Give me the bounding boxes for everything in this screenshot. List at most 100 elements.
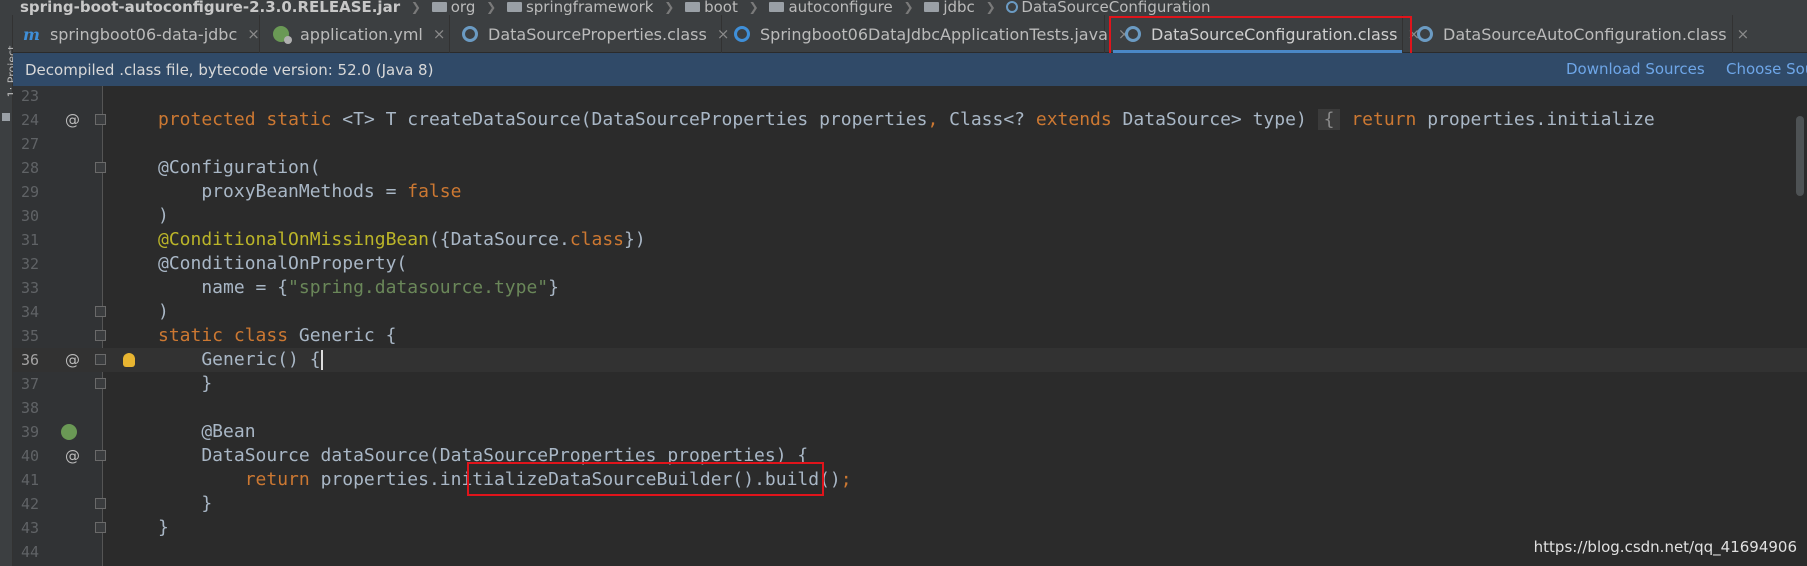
code-line: 40 @ DataSource dataSource(DataSourcePro… xyxy=(13,444,1807,468)
override-marker-icon[interactable]: @ xyxy=(65,108,80,132)
folder-icon xyxy=(431,2,447,12)
code-line: 32 @ConditionalOnProperty( xyxy=(13,252,1807,276)
line-number: 29 xyxy=(21,183,40,201)
decompiled-info-bar: Decompiled .class file, bytecode version… xyxy=(13,53,1807,86)
line-number: 39 xyxy=(21,423,40,441)
folder-icon xyxy=(924,2,940,12)
fold-icon[interactable] xyxy=(95,306,106,317)
close-icon[interactable]: × xyxy=(1737,25,1750,43)
chevron-right-icon: ❯ xyxy=(985,0,996,14)
override-marker-icon[interactable]: @ xyxy=(65,348,80,372)
choose-sources-link[interactable]: Choose Sou xyxy=(1726,60,1807,78)
tab-label: DataSourceConfiguration.class xyxy=(1151,24,1398,44)
code-text: Generic() { xyxy=(158,349,323,370)
line-number: 41 xyxy=(21,471,40,489)
chevron-right-icon: ❯ xyxy=(486,0,497,14)
tab-datasourceautoconfiguration[interactable]: DataSourceAutoConfiguration.class × xyxy=(1403,15,1749,53)
class-icon xyxy=(1417,25,1433,43)
lightbulb-icon[interactable] xyxy=(123,353,135,367)
vertical-scrollbar[interactable] xyxy=(1796,116,1804,196)
tab-springboot06-tests[interactable]: Springboot06DataJdbcApplicationTests.jav… xyxy=(722,15,1130,53)
code-text: @Bean xyxy=(158,421,256,442)
breadcrumb-jar[interactable]: spring-boot-autoconfigure-2.3.0.RELEASE.… xyxy=(20,0,400,15)
line-number: 42 xyxy=(21,495,40,513)
tab-label: Springboot06DataJdbcApplicationTests.jav… xyxy=(760,24,1108,44)
code-line: 23 xyxy=(13,84,1807,108)
close-icon[interactable]: × xyxy=(247,25,260,43)
tab-springboot06-data-jdbc[interactable]: m springboot06-data-jdbc × xyxy=(13,15,260,53)
code-line: 38 xyxy=(13,396,1807,420)
breadcrumb: spring-boot-autoconfigure-2.3.0.RELEASE.… xyxy=(0,0,1807,15)
code-text: return properties.initializeDataSourceBu… xyxy=(244,469,852,490)
breadcrumb-springframework[interactable]: springframework xyxy=(526,0,653,15)
code-text: DataSource dataSource(DataSourceProperti… xyxy=(158,445,809,466)
test-class-icon xyxy=(734,25,750,43)
code-line: 24 @ protected static <T> T createDataSo… xyxy=(13,108,1807,132)
breadcrumb-jdbc[interactable]: jdbc xyxy=(943,0,974,15)
code-text: } xyxy=(158,517,169,538)
project-tool-window-strip[interactable]: 1: Project xyxy=(0,15,18,566)
code-line: 33 name = {"spring.datasource.type"} xyxy=(13,276,1807,300)
close-icon[interactable]: × xyxy=(433,25,446,43)
line-number: 36 xyxy=(21,351,40,369)
spring-yml-icon xyxy=(272,25,292,44)
line-number: 34 xyxy=(21,303,40,321)
code-text: proxyBeanMethods = false xyxy=(158,181,462,202)
tab-label: application.yml xyxy=(300,24,423,44)
editor-tab-bar: m springboot06-data-jdbc × application.y… xyxy=(13,15,1807,58)
code-editor[interactable]: 23 24 @ protected static <T> T createDat… xyxy=(13,86,1807,566)
code-line: 43 } xyxy=(13,516,1807,540)
expand-fold-icon[interactable] xyxy=(95,114,106,125)
fold-icon[interactable] xyxy=(95,378,106,389)
code-text: @Configuration( xyxy=(158,157,321,178)
code-text: protected static <T> T createDataSource(… xyxy=(158,109,1655,130)
code-line: 30 ) xyxy=(13,204,1807,228)
code-text: ) xyxy=(158,205,169,226)
code-line-current: 36 @ Generic() { xyxy=(13,348,1807,372)
line-number: 38 xyxy=(21,399,40,417)
breadcrumb-org[interactable]: org xyxy=(451,0,476,15)
code-text: name = {"spring.datasource.type"} xyxy=(158,277,559,298)
project-icon xyxy=(2,113,10,121)
class-icon xyxy=(1125,25,1141,43)
fold-icon[interactable] xyxy=(95,522,106,533)
chevron-right-icon: ❯ xyxy=(664,0,675,14)
line-number: 43 xyxy=(21,519,40,537)
line-number: 33 xyxy=(21,279,40,297)
tab-datasourceproperties[interactable]: DataSourceProperties.class × xyxy=(450,15,729,53)
fold-icon[interactable] xyxy=(95,354,106,365)
line-number: 30 xyxy=(21,207,40,225)
line-number: 37 xyxy=(21,375,40,393)
class-icon xyxy=(462,25,478,43)
chevron-right-icon: ❯ xyxy=(410,0,421,14)
highlighted-method: initializeDataSourceBuilder() xyxy=(439,469,755,490)
code-line: 42 } xyxy=(13,492,1807,516)
code-text: @ConditionalOnProperty( xyxy=(158,253,408,274)
line-number: 44 xyxy=(21,543,40,561)
fold-icon[interactable] xyxy=(95,330,106,341)
breadcrumb-boot[interactable]: boot xyxy=(704,0,738,15)
fold-icon[interactable] xyxy=(95,498,106,509)
chevron-right-icon: ❯ xyxy=(903,0,914,14)
breadcrumb-autoconfigure[interactable]: autoconfigure xyxy=(788,0,892,15)
code-line: 41 return properties.initializeDataSourc… xyxy=(13,468,1807,492)
tab-application-yml[interactable]: application.yml × xyxy=(260,15,450,53)
text-caret xyxy=(320,350,323,370)
tab-label: DataSourceProperties.class xyxy=(488,24,707,44)
breadcrumb-class[interactable]: DataSourceConfiguration xyxy=(1021,0,1210,15)
download-sources-link[interactable]: Download Sources xyxy=(1566,60,1705,78)
tab-datasourceconfiguration[interactable]: DataSourceConfiguration.class × xyxy=(1113,15,1420,53)
override-marker-icon[interactable]: @ xyxy=(65,444,80,468)
line-number: 35 xyxy=(21,327,40,345)
fold-icon[interactable] xyxy=(95,450,106,461)
line-number: 40 xyxy=(21,447,40,465)
line-number: 31 xyxy=(21,231,40,249)
code-line: 28 @Configuration( xyxy=(13,156,1807,180)
code-text: static class Generic { xyxy=(158,325,397,346)
spring-bean-icon[interactable] xyxy=(61,424,77,440)
maven-m-icon: m xyxy=(23,24,40,44)
folder-icon xyxy=(685,2,701,12)
code-text: } xyxy=(158,373,213,394)
fold-icon[interactable] xyxy=(95,162,106,173)
code-line: 35 static class Generic { xyxy=(13,324,1807,348)
